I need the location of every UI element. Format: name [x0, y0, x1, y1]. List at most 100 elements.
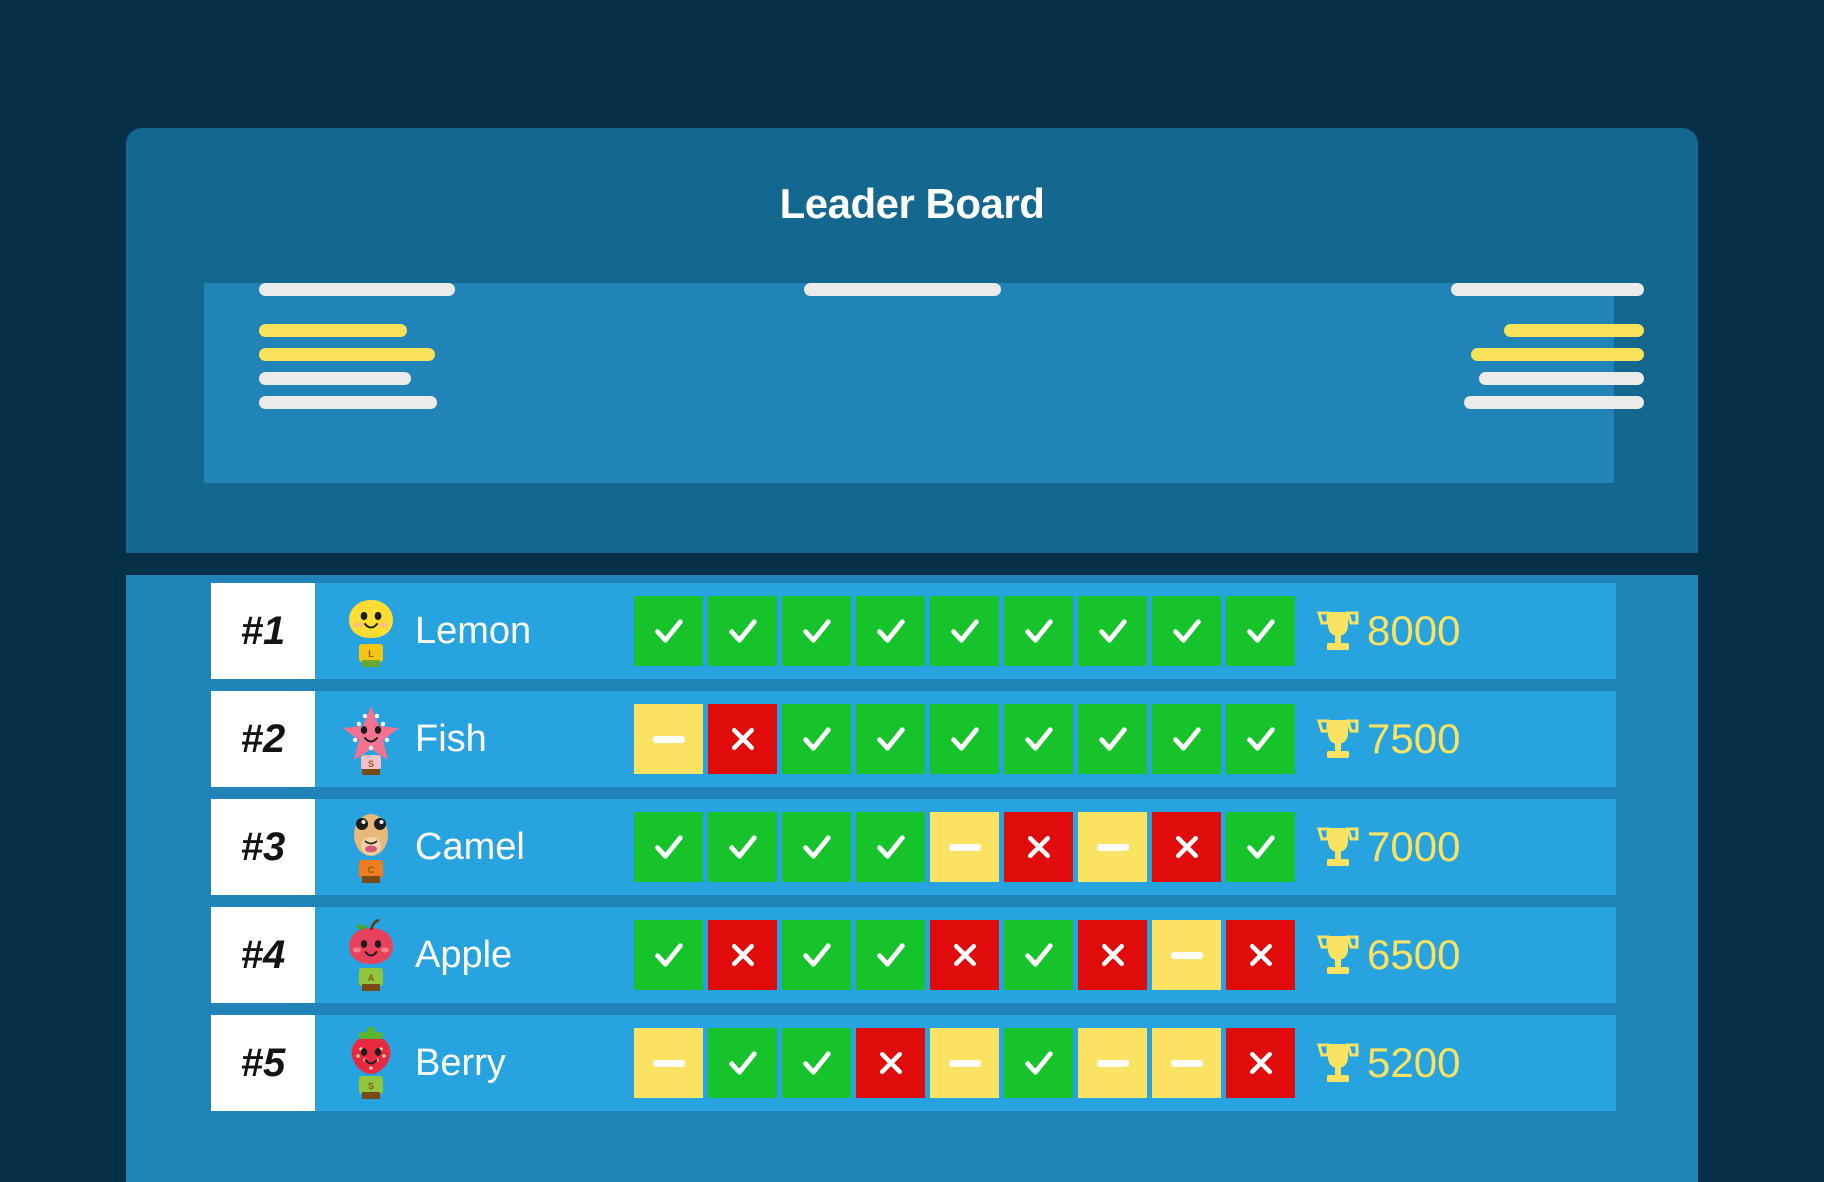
placeholder-right-bar-2 [1504, 324, 1644, 337]
score-value: 6500 [1367, 931, 1461, 978]
status-cell-skip[interactable] [930, 1028, 999, 1098]
status-cell-ok[interactable] [1226, 596, 1295, 666]
status-cell-ok[interactable] [634, 812, 703, 882]
leaderboard-row[interactable]: #1 L Lemon 8000 [211, 583, 1616, 679]
status-cell-skip[interactable] [634, 704, 703, 774]
status-cell-ok[interactable] [856, 812, 925, 882]
status-cell-ok[interactable] [1078, 596, 1147, 666]
player-cell[interactable]: S Fish [315, 691, 633, 787]
status-cell-skip[interactable] [1078, 1028, 1147, 1098]
placeholder-left-bar-0 [259, 283, 455, 296]
player-cell[interactable]: S Berry [315, 1015, 633, 1111]
placeholder-left-bar-3 [259, 348, 435, 361]
rank-badge: #5 [211, 1015, 315, 1111]
status-cell-fail[interactable] [1078, 920, 1147, 990]
status-cell-group [633, 691, 1299, 787]
status-cell-ok[interactable] [1078, 704, 1147, 774]
status-cell-fail[interactable] [1226, 1028, 1295, 1098]
score-cell: 5200 [1299, 1015, 1616, 1111]
svg-text:C: C [368, 865, 375, 875]
placeholder-left-bar-5 [259, 396, 437, 409]
status-cell-fail[interactable] [1004, 812, 1073, 882]
status-cell-ok[interactable] [708, 812, 777, 882]
trophy-icon [1317, 932, 1359, 978]
leaderboard-row[interactable]: #5 S Berry 5200 [211, 1015, 1616, 1111]
status-cell-fail[interactable] [1152, 812, 1221, 882]
status-cell-ok[interactable] [782, 704, 851, 774]
score-cell: 6500 [1299, 907, 1616, 1003]
placeholder-column-right [1394, 283, 1644, 483]
status-cell-ok[interactable] [856, 704, 925, 774]
status-cell-skip[interactable] [930, 812, 999, 882]
status-cell-ok[interactable] [1226, 704, 1295, 774]
status-cell-ok[interactable] [634, 920, 703, 990]
status-cell-fail[interactable] [856, 1028, 925, 1098]
player-name: Camel [415, 825, 525, 868]
status-cell-ok[interactable] [634, 596, 703, 666]
player-cell[interactable]: A Apple [315, 907, 633, 1003]
placeholder-column-middle [804, 283, 1054, 483]
placeholder-column-left [259, 283, 509, 483]
svg-text:A: A [368, 973, 375, 983]
rank-badge: #4 [211, 907, 315, 1003]
player-cell[interactable]: C Camel [315, 799, 633, 895]
status-cell-ok[interactable] [856, 596, 925, 666]
placeholder-left-spacer [259, 307, 509, 324]
player-name: Fish [415, 717, 487, 760]
status-cell-group [633, 583, 1299, 679]
status-cell-ok[interactable] [782, 812, 851, 882]
rank-badge: #1 [211, 583, 315, 679]
status-cell-ok[interactable] [930, 596, 999, 666]
placeholder-left-bar-4 [259, 372, 411, 385]
score-cell: 7000 [1299, 799, 1616, 895]
leaderboard-row[interactable]: #2 S Fish 7500 [211, 691, 1616, 787]
score-cell: 8000 [1299, 583, 1616, 679]
starfish-avatar: S [341, 700, 401, 778]
trophy-icon [1317, 1040, 1359, 1086]
status-cell-ok[interactable] [708, 1028, 777, 1098]
score-value: 7500 [1367, 715, 1461, 762]
status-cell-ok[interactable] [1004, 920, 1073, 990]
placeholder-left-bar-2 [259, 324, 407, 337]
status-cell-fail[interactable] [1226, 920, 1295, 990]
camel-avatar: C [341, 808, 401, 886]
status-cell-ok[interactable] [1004, 596, 1073, 666]
player-cell[interactable]: L Lemon [315, 583, 633, 679]
placeholder-content-panel [204, 283, 1644, 483]
status-cell-fail[interactable] [708, 920, 777, 990]
status-cell-skip[interactable] [1152, 920, 1221, 990]
lemon-avatar: L [341, 592, 401, 670]
status-cell-ok[interactable] [708, 596, 777, 666]
status-cell-ok[interactable] [930, 704, 999, 774]
placeholder-middle-bar-0 [804, 283, 1001, 296]
page-title: Leader Board [779, 180, 1045, 227]
status-cell-ok[interactable] [1152, 596, 1221, 666]
placeholder-right-bar-0 [1451, 283, 1644, 296]
status-cell-ok[interactable] [1152, 704, 1221, 774]
status-cell-ok[interactable] [782, 596, 851, 666]
trophy-icon [1317, 824, 1359, 870]
status-cell-skip[interactable] [1152, 1028, 1221, 1098]
status-cell-ok[interactable] [782, 920, 851, 990]
leaderboard-row[interactable]: #4 A Apple 6500 [211, 907, 1616, 1003]
rank-badge: #3 [211, 799, 315, 895]
status-cell-group [633, 799, 1299, 895]
status-cell-ok[interactable] [856, 920, 925, 990]
status-cell-fail[interactable] [708, 704, 777, 774]
status-cell-ok[interactable] [1004, 704, 1073, 774]
svg-text:L: L [368, 649, 374, 659]
status-cell-skip[interactable] [634, 1028, 703, 1098]
status-cell-skip[interactable] [1078, 812, 1147, 882]
status-cell-ok[interactable] [1226, 812, 1295, 882]
status-cell-ok[interactable] [1004, 1028, 1073, 1098]
leaderboard-rows-panel: #1 L Lemon 8000 #2 S Fish 7500 #3 C Camel 7000 #4 A Ap… [126, 575, 1698, 1182]
leaderboard-header-panel: Leader Board [126, 128, 1698, 553]
leaderboard-row[interactable]: #3 C Camel 7000 [211, 799, 1616, 895]
placeholder-right-bar-5 [1464, 396, 1644, 409]
trophy-icon [1317, 716, 1359, 762]
status-cell-ok[interactable] [782, 1028, 851, 1098]
status-cell-fail[interactable] [930, 920, 999, 990]
trophy-icon [1317, 608, 1359, 654]
apple-avatar: A [341, 916, 401, 994]
rank-badge: #2 [211, 691, 315, 787]
